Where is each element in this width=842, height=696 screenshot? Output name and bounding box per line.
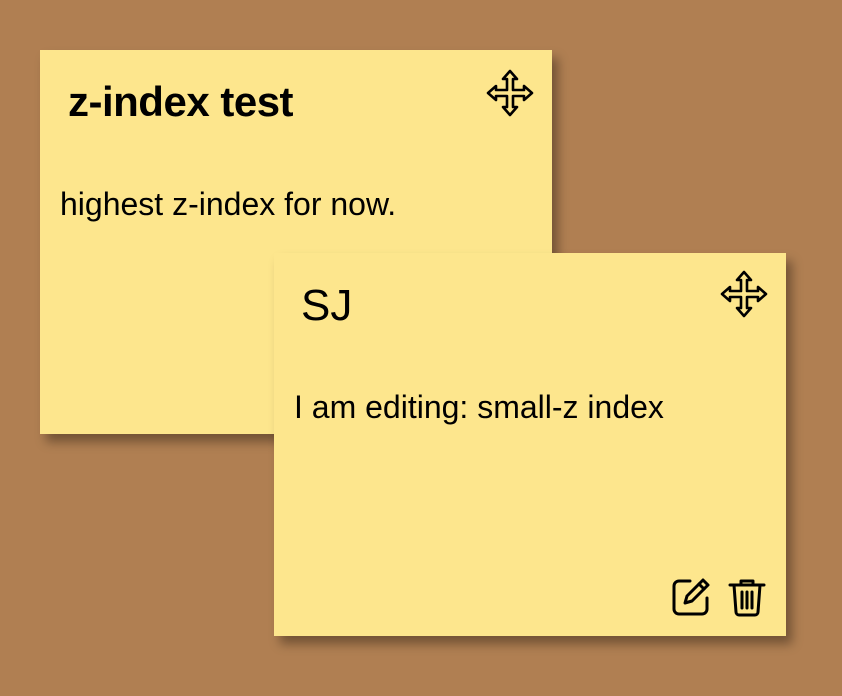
note-body[interactable]: highest z-index for now. [60, 186, 396, 223]
note-title: z-index test [68, 78, 294, 125]
move-icon[interactable] [485, 68, 535, 118]
edit-icon[interactable] [670, 576, 712, 618]
note-title: SJ [301, 281, 353, 330]
sticky-board: { "colors": { "board_background": "#b07f… [0, 0, 842, 696]
trash-icon[interactable] [726, 576, 768, 618]
move-icon[interactable] [719, 269, 769, 319]
note-body[interactable]: I am editing: small-z index [294, 389, 664, 426]
sticky-note[interactable]: SJ I am editing: small-z index [274, 253, 786, 636]
